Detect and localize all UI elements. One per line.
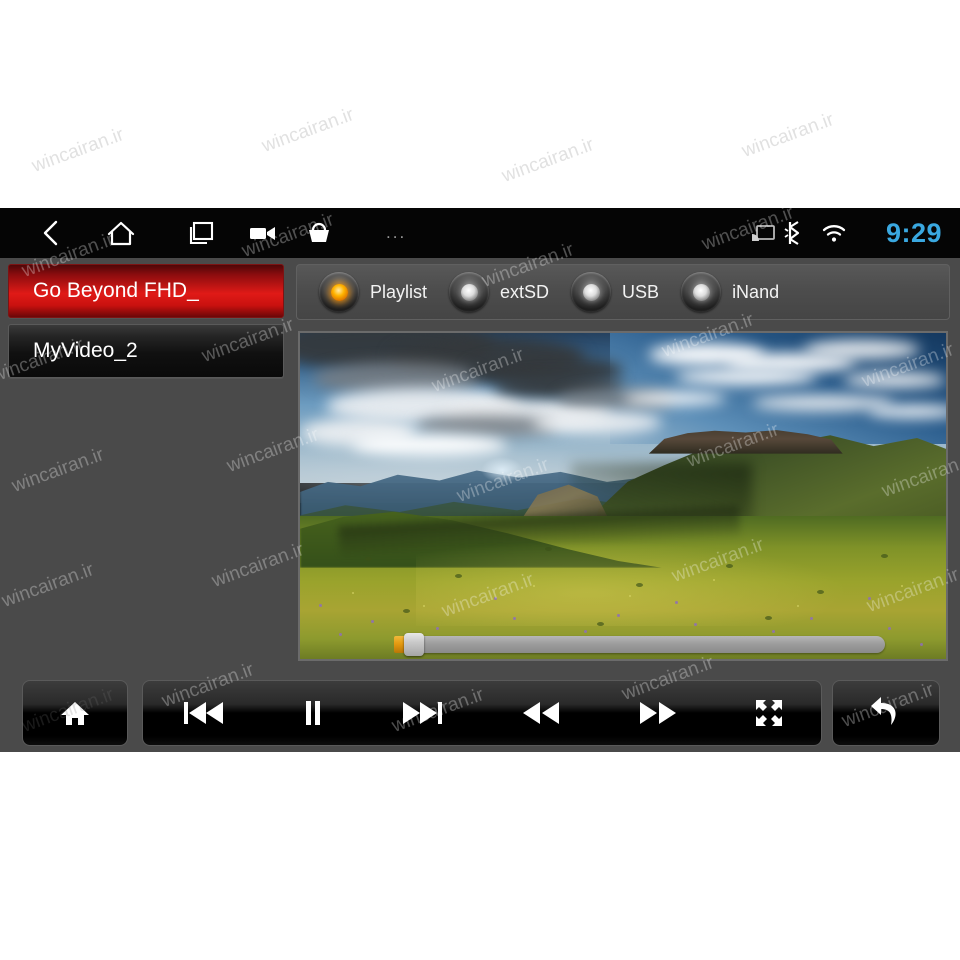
player-panel: Playlist extSD USB iNand bbox=[296, 258, 952, 666]
list-item[interactable]: MyVideo_2 bbox=[8, 324, 284, 378]
led-indicator-icon bbox=[319, 272, 359, 312]
source-option-playlist[interactable]: Playlist bbox=[319, 272, 427, 312]
watermark-text: wincairan.ir bbox=[499, 134, 597, 187]
return-button-group bbox=[832, 680, 940, 746]
led-indicator-icon bbox=[571, 272, 612, 312]
source-option-extsd[interactable]: extSD bbox=[449, 272, 549, 312]
basket-icon[interactable] bbox=[300, 208, 338, 258]
video-surface[interactable] bbox=[298, 331, 948, 661]
pause-button[interactable] bbox=[264, 681, 363, 745]
source-option-usb[interactable]: USB bbox=[571, 272, 659, 312]
seek-bar[interactable] bbox=[393, 633, 885, 656]
watermark-text: wincairan.ir bbox=[739, 109, 837, 162]
home-button-group bbox=[22, 680, 128, 746]
bluetooth-icon[interactable] bbox=[780, 208, 806, 258]
source-selector-bar: Playlist extSD USB iNand bbox=[296, 264, 950, 320]
seek-thumb-handle[interactable] bbox=[403, 633, 424, 656]
playback-control-bar bbox=[0, 672, 960, 752]
media-button-group bbox=[142, 680, 822, 746]
device-screen: ... 9:29 Go Beyond FHD_ MyVideo_2 Playli… bbox=[0, 208, 960, 752]
video-camera-icon[interactable] bbox=[244, 208, 282, 258]
source-option-inand[interactable]: iNand bbox=[681, 272, 779, 312]
wifi-icon[interactable] bbox=[818, 208, 850, 258]
overflow-menu-label[interactable]: ... bbox=[386, 208, 406, 258]
app-body: Go Beyond FHD_ MyVideo_2 Playlist extSD bbox=[0, 258, 960, 752]
fullscreen-button[interactable] bbox=[716, 681, 821, 745]
playlist-item-label: Go Beyond FHD_ bbox=[33, 279, 199, 302]
list-item[interactable]: Go Beyond FHD_ bbox=[8, 264, 284, 318]
source-option-label: extSD bbox=[500, 281, 550, 302]
fast-forward-button[interactable] bbox=[600, 681, 717, 745]
watermark-text: wincairan.ir bbox=[259, 104, 357, 157]
led-indicator-icon bbox=[681, 272, 722, 312]
home-button[interactable] bbox=[23, 681, 127, 745]
home-icon[interactable] bbox=[100, 208, 142, 258]
video-frame-image bbox=[300, 333, 946, 659]
previous-track-button[interactable] bbox=[143, 681, 264, 745]
playlist-item-label: MyVideo_2 bbox=[33, 339, 138, 362]
source-option-label: iNand bbox=[732, 281, 780, 302]
back-icon[interactable] bbox=[30, 208, 70, 258]
watermark-text: wincairan.ir bbox=[29, 124, 127, 177]
playlist-sidebar: Go Beyond FHD_ MyVideo_2 bbox=[0, 258, 290, 666]
led-indicator-icon bbox=[449, 272, 490, 312]
status-bar-clock: 9:29 bbox=[885, 217, 942, 248]
cast-icon[interactable] bbox=[748, 208, 778, 258]
seek-track[interactable] bbox=[421, 636, 885, 653]
source-option-label: Playlist bbox=[370, 281, 428, 302]
page-root: ... 9:29 Go Beyond FHD_ MyVideo_2 Playli… bbox=[0, 0, 960, 960]
status-bar: ... 9:29 bbox=[0, 208, 960, 258]
rewind-button[interactable] bbox=[483, 681, 600, 745]
recents-icon[interactable] bbox=[180, 208, 222, 258]
source-option-label: USB bbox=[622, 281, 660, 302]
next-track-button[interactable] bbox=[362, 681, 483, 745]
return-button[interactable] bbox=[833, 681, 939, 745]
